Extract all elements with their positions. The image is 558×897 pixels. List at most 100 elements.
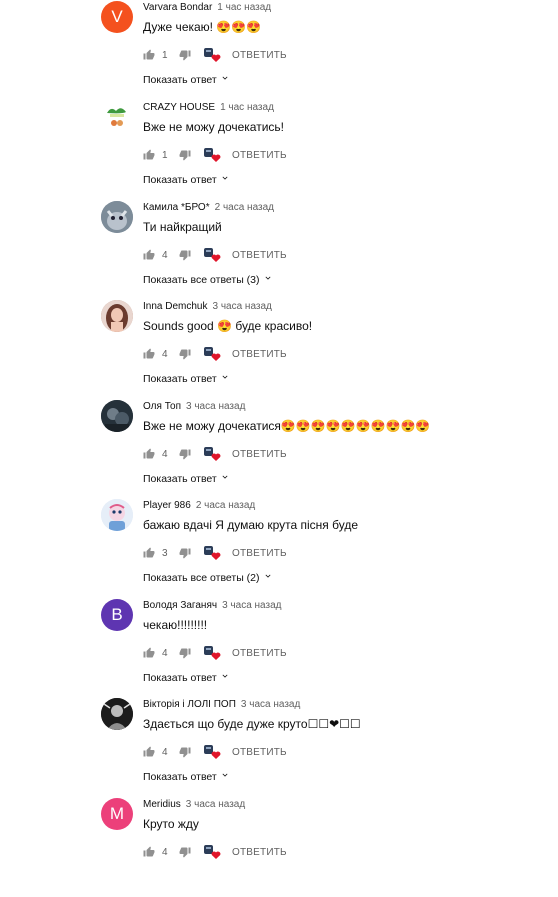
chevron-down-icon [217,73,230,86]
avatar[interactable] [101,201,133,233]
author-name[interactable]: Вікторія і ЛОЛІ ПОП [143,699,236,710]
timestamp[interactable]: 3 часа назад [222,600,281,611]
thumbs-up-icon[interactable] [142,745,156,759]
avatar[interactable] [101,698,133,730]
reply-button[interactable]: ОТВЕТИТЬ [232,449,287,460]
thumbs-down-icon[interactable] [178,48,192,62]
thumbs-up-icon[interactable] [142,48,156,62]
chevron-down-icon [217,770,230,783]
show-replies-button[interactable]: Показать ответ [143,770,230,783]
thumbs-down-icon[interactable] [178,546,192,560]
creator-heart-icon [202,446,224,462]
comment-thread: B Володя Заганяч 3 часа назад чекаю!!!!!!!!… [0,598,558,698]
reply-button[interactable]: ОТВЕТИТЬ [232,250,287,261]
timestamp[interactable]: 1 час назад [220,102,274,113]
comment-header: Вікторія і ЛОЛІ ПОП 3 часа назад [143,699,300,710]
author-name[interactable]: Володя Заганяч [143,600,217,611]
comment-thread: Player 986 2 часа назад бажаю вдачі Я дума… [0,498,558,598]
timestamp[interactable]: 3 часа назад [186,401,245,412]
timestamp[interactable]: 3 часа назад [241,699,300,710]
reply-button[interactable]: ОТВЕТИТЬ [232,349,287,360]
like-count: 3 [162,547,168,559]
show-replies-button[interactable]: Показать все ответы (3) [143,273,273,286]
reply-button[interactable]: ОТВЕТИТЬ [232,847,287,858]
avatar-letter: M [109,804,125,823]
like-count: 4 [162,746,168,758]
chevron-down-icon [260,273,273,286]
comment-text: Ти найкращий [143,220,222,234]
thumbs-up-icon[interactable] [142,248,156,262]
author-name[interactable]: Камила *БРО* [143,202,210,213]
comment-text: чекаю!!!!!!!!! [143,618,208,632]
author-name[interactable]: Varvara Bondar [143,2,212,13]
show-replies-button[interactable]: Показать ответ [143,73,230,86]
show-replies-button[interactable]: Показать ответ [143,372,230,385]
comment-actions: 1 ОТВЕТИТЬ [142,147,287,163]
show-replies-label: Показать ответ [143,770,217,783]
comment-header: Player 986 2 часа назад [143,500,255,511]
show-replies-button[interactable]: Показать ответ [143,472,230,485]
reply-button[interactable]: ОТВЕТИТЬ [232,747,287,758]
like-count: 4 [162,348,168,360]
chevron-down-icon [217,671,230,684]
thumbs-down-icon[interactable] [178,745,192,759]
timestamp[interactable]: 2 часа назад [196,500,255,511]
avatar-letter: V [111,7,123,26]
creator-heart-icon [202,844,224,860]
creator-heart-icon [202,247,224,263]
author-name[interactable]: Player 986 [143,500,191,511]
avatar[interactable]: B [101,599,133,631]
comment-text: Sounds good 😍 буде красиво! [143,319,313,333]
show-replies-label: Показать ответ [143,472,217,485]
thumbs-up-icon[interactable] [142,546,156,560]
author-name[interactable]: CRAZY HOUSE [143,102,215,113]
creator-heart-icon [202,346,224,362]
avatar[interactable] [101,400,133,432]
timestamp[interactable]: 2 часа назад [215,202,274,213]
show-replies-label: Показать ответ [143,173,217,186]
avatar[interactable]: V [101,1,133,33]
reply-button[interactable]: ОТВЕТИТЬ [232,648,287,659]
thumbs-up-icon[interactable] [142,347,156,361]
reply-button[interactable]: ОТВЕТИТЬ [232,150,287,161]
avatar[interactable]: M [101,798,133,830]
thumbs-down-icon[interactable] [178,347,192,361]
author-name[interactable]: Inna Demchuk [143,301,207,312]
thumbs-down-icon[interactable] [178,148,192,162]
thumbs-up-icon[interactable] [142,646,156,660]
avatar[interactable] [101,300,133,332]
thumbs-up-icon[interactable] [142,148,156,162]
reply-button[interactable]: ОТВЕТИТЬ [232,548,287,559]
comment-thread: V Varvara Bondar 1 час назад Дуже чекаю! 😍😍… [0,0,558,100]
timestamp[interactable]: 3 часа назад [212,301,271,312]
show-replies-label: Показать все ответы (3) [143,273,260,286]
thumbs-down-icon[interactable] [178,447,192,461]
like-count: 4 [162,249,168,261]
comment-actions: 1 ОТВЕТИТЬ [142,47,287,63]
show-replies-button[interactable]: Показать ответ [143,671,230,684]
comment-header: Володя Заганяч 3 часа назад [143,600,281,611]
reply-button[interactable]: ОТВЕТИТЬ [232,50,287,61]
like-count: 1 [162,149,168,161]
comment-thread: M Meridius 3 часа назад Круто жду 4 ОТВЕТИТЬ [0,797,558,897]
timestamp[interactable]: 1 час назад [217,2,271,13]
comment-thread: CRAZY HOUSE 1 час назад Вже не можу дочека… [0,100,558,200]
thumbs-up-icon[interactable] [142,845,156,859]
author-name[interactable]: Оля Топ [143,401,181,412]
comment-actions: 4 ОТВЕТИТЬ [142,744,287,760]
chevron-down-icon [217,173,230,186]
author-name[interactable]: Meridius [143,799,181,810]
like-count: 1 [162,49,168,61]
comment-header: CRAZY HOUSE 1 час назад [143,102,274,113]
show-replies-button[interactable]: Показать все ответы (2) [143,571,273,584]
thumbs-down-icon[interactable] [178,845,192,859]
timestamp[interactable]: 3 часа назад [186,799,245,810]
avatar[interactable] [101,101,133,133]
thumbs-down-icon[interactable] [178,646,192,660]
thumbs-up-icon[interactable] [142,447,156,461]
show-replies-button[interactable]: Показать ответ [143,173,230,186]
avatar[interactable] [101,499,133,531]
comment-actions: 4 ОТВЕТИТЬ [142,446,287,462]
comment-text: Круто жду [143,817,199,831]
thumbs-down-icon[interactable] [178,248,192,262]
